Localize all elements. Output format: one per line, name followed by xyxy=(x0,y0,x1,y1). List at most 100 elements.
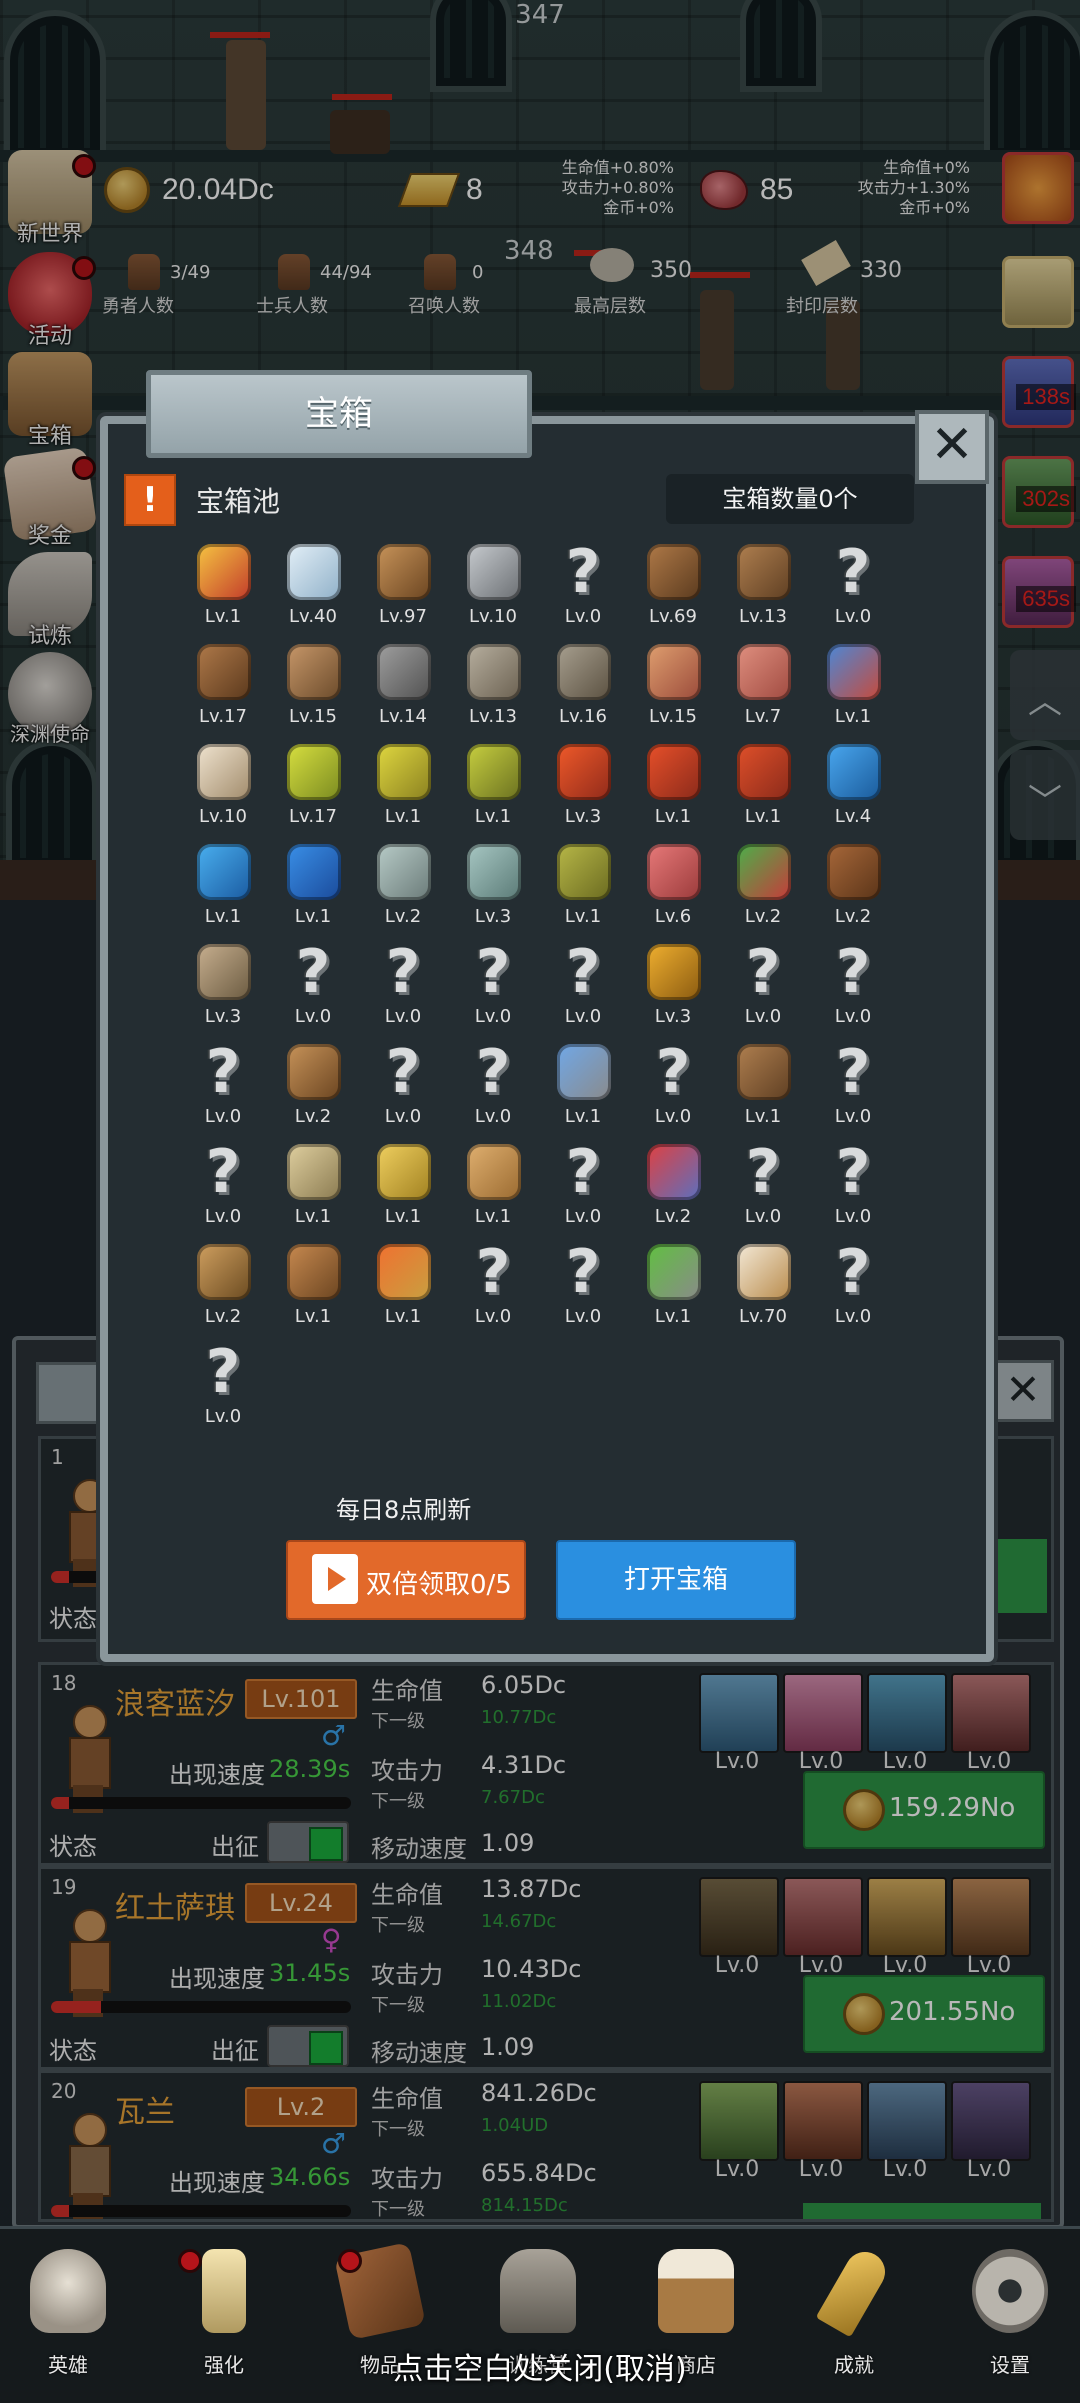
unknown-item-icon: ? xyxy=(835,537,871,607)
chest-item[interactable]: ? Lv.0 xyxy=(180,1040,266,1140)
chest-item[interactable]: Lv.1 xyxy=(360,1140,446,1240)
candle-icon xyxy=(202,2249,246,2333)
chest-item[interactable]: Lv.3 xyxy=(630,940,716,1040)
crown-icon xyxy=(197,544,251,600)
chest-item[interactable]: Lv.1 xyxy=(180,540,266,640)
chest-item[interactable]: ? Lv.0 xyxy=(810,1140,896,1240)
chest-item[interactable]: Lv.2 xyxy=(270,1040,356,1140)
chest-item[interactable]: ? Lv.0 xyxy=(450,1240,536,1340)
chest-item[interactable]: ? Lv.0 xyxy=(180,1140,266,1240)
item-level: Lv.69 xyxy=(649,606,697,627)
chest-item[interactable]: Lv.1 xyxy=(270,1140,356,1240)
chest-item[interactable]: Lv.2 xyxy=(720,840,806,940)
item-level: Lv.15 xyxy=(289,706,337,727)
chest-item[interactable]: Lv.1 xyxy=(810,640,896,740)
chest-item[interactable]: ? Lv.0 xyxy=(180,1340,266,1440)
chest-item[interactable]: Lv.15 xyxy=(270,640,356,740)
chest-item[interactable]: ? Lv.0 xyxy=(540,540,626,640)
chest-item[interactable]: Lv.3 xyxy=(180,940,266,1040)
chest-item[interactable]: Lv.97 xyxy=(360,540,446,640)
chest-item[interactable]: Lv.4 xyxy=(810,740,896,840)
chest-item[interactable]: Lv.1 xyxy=(630,1240,716,1340)
chest-item[interactable]: Lv.2 xyxy=(630,1140,716,1240)
chest-item[interactable]: Lv.7 xyxy=(720,640,806,740)
chest-item[interactable]: ? Lv.0 xyxy=(360,1040,446,1140)
chest-item[interactable]: ? Lv.0 xyxy=(540,1240,626,1340)
chest-item[interactable]: Lv.1 xyxy=(630,740,716,840)
chest-item[interactable]: ? Lv.0 xyxy=(630,1040,716,1140)
leather-helmet-icon xyxy=(197,644,251,700)
red-flask-icon xyxy=(647,744,701,800)
lantern-icon xyxy=(500,2249,576,2333)
chest-item[interactable]: ? Lv.0 xyxy=(450,940,536,1040)
chest-item[interactable]: Lv.1 xyxy=(450,1140,536,1240)
close-hint: 点击空白处关闭(取消) xyxy=(393,2352,687,2387)
item-level: Lv.1 xyxy=(744,806,782,827)
chest-item[interactable]: ? Lv.0 xyxy=(810,940,896,1040)
chest-item[interactable]: ? Lv.0 xyxy=(810,1040,896,1140)
chest-item[interactable]: Lv.70 xyxy=(720,1240,806,1340)
chest-item[interactable]: ? Lv.0 xyxy=(540,940,626,1040)
blue-pouch-icon xyxy=(827,644,881,700)
chest-item[interactable]: Lv.3 xyxy=(450,840,536,940)
chest-item[interactable]: ? Lv.0 xyxy=(810,1240,896,1340)
item-level: Lv.0 xyxy=(654,1106,692,1127)
item-level: Lv.0 xyxy=(834,1106,872,1127)
chest-item[interactable]: Lv.69 xyxy=(630,540,716,640)
chest-item[interactable]: ? Lv.0 xyxy=(720,1140,806,1240)
item-level: Lv.0 xyxy=(564,606,602,627)
item-level: Lv.1 xyxy=(564,906,602,927)
chest-item[interactable]: Lv.2 xyxy=(360,840,446,940)
chest-item[interactable]: Lv.3 xyxy=(540,740,626,840)
chest-item[interactable]: Lv.1 xyxy=(270,1240,356,1340)
chest-item[interactable]: Lv.1 xyxy=(360,1240,446,1340)
chest-item[interactable]: Lv.17 xyxy=(180,640,266,740)
leather-armor-icon xyxy=(647,544,701,600)
chest-item[interactable]: Lv.10 xyxy=(180,740,266,840)
chest-item[interactable]: ? Lv.0 xyxy=(360,940,446,1040)
chest-item[interactable]: Lv.1 xyxy=(720,740,806,840)
chest-item[interactable]: Lv.1 xyxy=(540,1040,626,1140)
open-chest-button[interactable]: 打开宝箱 xyxy=(556,1540,796,1620)
item-level: Lv.1 xyxy=(294,1306,332,1327)
item-level: Lv.1 xyxy=(474,806,512,827)
chest-item[interactable]: ? Lv.0 xyxy=(270,940,356,1040)
chest-item[interactable]: Lv.13 xyxy=(450,640,536,740)
item-level: Lv.1 xyxy=(474,1206,512,1227)
chest-item[interactable]: Lv.17 xyxy=(270,740,356,840)
red-round-potion-icon xyxy=(737,744,791,800)
chest-item[interactable]: Lv.1 xyxy=(540,840,626,940)
item-level: Lv.1 xyxy=(654,1306,692,1327)
chest-item[interactable]: Lv.2 xyxy=(810,840,896,940)
unknown-item-icon: ? xyxy=(475,1037,511,1107)
chest-item[interactable]: Lv.1 xyxy=(720,1040,806,1140)
chest-item[interactable]: Lv.10 xyxy=(450,540,536,640)
pink-vial-icon xyxy=(647,844,701,900)
unknown-item-icon: ? xyxy=(205,1037,241,1107)
chest-item[interactable]: ? Lv.0 xyxy=(720,940,806,1040)
item-level: Lv.2 xyxy=(204,1306,242,1327)
chest-item[interactable]: Lv.16 xyxy=(540,640,626,740)
chest-item[interactable]: Lv.1 xyxy=(360,740,446,840)
dialog-close-button[interactable]: ✕ xyxy=(915,410,989,484)
chest-item[interactable]: ? Lv.0 xyxy=(540,1140,626,1240)
chest-item[interactable]: ? Lv.0 xyxy=(450,1040,536,1140)
item-level: Lv.0 xyxy=(294,1006,332,1027)
satchel-icon xyxy=(737,1044,791,1100)
double-claim-button[interactable]: 双倍领取0/5 xyxy=(286,1540,526,1620)
dagger-icon xyxy=(287,644,341,700)
unknown-item-icon: ? xyxy=(295,937,331,1007)
chest-item[interactable]: Lv.40 xyxy=(270,540,356,640)
chest-item[interactable]: ? Lv.0 xyxy=(810,540,896,640)
chest-item[interactable]: Lv.14 xyxy=(360,640,446,740)
chest-item[interactable]: Lv.1 xyxy=(270,840,356,940)
chest-item[interactable]: Lv.2 xyxy=(180,1240,266,1340)
chest-item[interactable]: Lv.15 xyxy=(630,640,716,740)
chest-item[interactable]: Lv.1 xyxy=(180,840,266,940)
chest-item[interactable]: Lv.1 xyxy=(450,740,536,840)
chest-item[interactable]: Lv.6 xyxy=(630,840,716,940)
item-level: Lv.1 xyxy=(294,906,332,927)
notification-dot xyxy=(178,2249,202,2273)
glass-vial-icon xyxy=(467,844,521,900)
chest-item[interactable]: Lv.13 xyxy=(720,540,806,640)
